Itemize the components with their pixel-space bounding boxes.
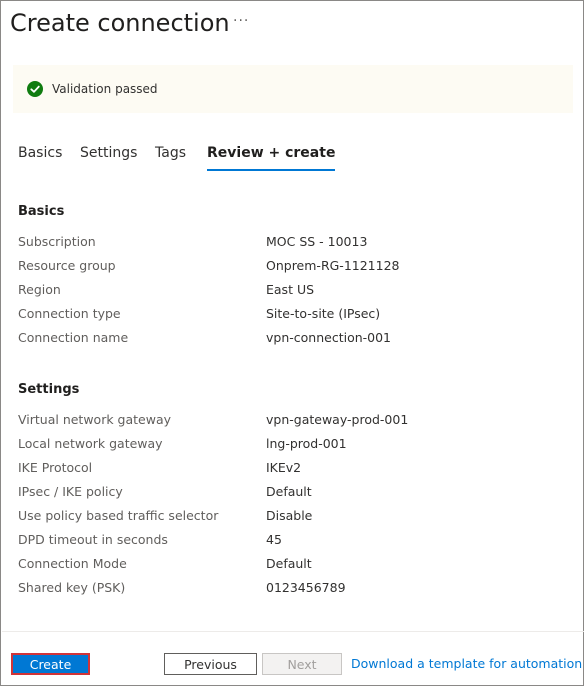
summary-row-policy-traffic-selector: Use policy based traffic selector Disabl… xyxy=(18,508,578,532)
row-value: Onprem-RG-1121128 xyxy=(266,258,400,273)
row-value: Disable xyxy=(266,508,313,523)
row-label: Connection type xyxy=(18,306,121,321)
row-label: Subscription xyxy=(18,234,96,249)
row-label: Local network gateway xyxy=(18,436,163,451)
settings-section-title: Settings xyxy=(18,382,80,397)
summary-row-connection-type: Connection type Site-to-site (IPsec) xyxy=(18,306,578,330)
row-value: lng-prod-001 xyxy=(266,436,347,451)
create-connection-panel: Create connection ··· Validation passed … xyxy=(0,0,584,686)
next-button[interactable]: Next xyxy=(262,653,342,675)
validation-message: Validation passed xyxy=(52,82,158,96)
summary-row-virtual-network-gateway: Virtual network gateway vpn-gateway-prod… xyxy=(18,412,578,436)
summary-row-resource-group: Resource group Onprem-RG-1121128 xyxy=(18,258,578,282)
row-value: Site-to-site (IPsec) xyxy=(266,306,381,321)
row-value: Default xyxy=(266,556,312,571)
row-label: Connection Mode xyxy=(18,556,127,571)
row-value: IKEv2 xyxy=(266,460,302,475)
footer-divider xyxy=(2,631,584,632)
tab-basics[interactable]: Basics xyxy=(18,145,62,169)
row-label: Resource group xyxy=(18,258,116,273)
summary-row-ipsec-ike-policy: IPsec / IKE policy Default xyxy=(18,484,578,508)
checkmark-circle-icon xyxy=(27,81,43,97)
summary-row-connection-mode: Connection Mode Default xyxy=(18,556,578,580)
summary-row-ike-protocol: IKE Protocol IKEv2 xyxy=(18,460,578,484)
previous-button[interactable]: Previous xyxy=(164,653,257,675)
summary-row-region: Region East US xyxy=(18,282,578,306)
more-options-icon[interactable]: ··· xyxy=(233,13,249,29)
tab-review-create[interactable]: Review + create xyxy=(207,145,336,171)
row-label: IPsec / IKE policy xyxy=(18,484,123,499)
download-template-link[interactable]: Download a template for automation xyxy=(351,656,582,671)
summary-row-subscription: Subscription MOC SS - 10013 xyxy=(18,234,578,258)
row-label: Connection name xyxy=(18,330,129,345)
create-button[interactable]: Create xyxy=(11,653,90,675)
row-label: Use policy based traffic selector xyxy=(18,508,219,523)
summary-row-dpd-timeout: DPD timeout in seconds 45 xyxy=(18,532,578,556)
summary-row-connection-name: Connection name vpn-connection-001 xyxy=(18,330,578,354)
basics-section-title: Basics xyxy=(18,204,65,219)
validation-banner: Validation passed xyxy=(13,65,573,113)
row-label: IKE Protocol xyxy=(18,460,93,475)
tab-settings[interactable]: Settings xyxy=(80,145,137,169)
row-label: Shared key (PSK) xyxy=(18,580,126,595)
row-label: Region xyxy=(18,282,61,297)
row-value: MOC SS - 10013 xyxy=(266,234,368,249)
row-value: 0123456789 xyxy=(266,580,346,595)
summary-row-local-network-gateway: Local network gateway lng-prod-001 xyxy=(18,436,578,460)
row-value: Default xyxy=(266,484,312,499)
row-value: vpn-connection-001 xyxy=(266,330,392,345)
summary-row-shared-key: Shared key (PSK) 0123456789 xyxy=(18,580,578,604)
row-value: vpn-gateway-prod-001 xyxy=(266,412,409,427)
row-value: East US xyxy=(266,282,315,297)
row-label: Virtual network gateway xyxy=(18,412,172,427)
row-value: 45 xyxy=(266,532,282,547)
page-title: Create connection xyxy=(10,9,230,37)
row-label: DPD timeout in seconds xyxy=(18,532,168,547)
tab-tags[interactable]: Tags xyxy=(155,145,186,169)
